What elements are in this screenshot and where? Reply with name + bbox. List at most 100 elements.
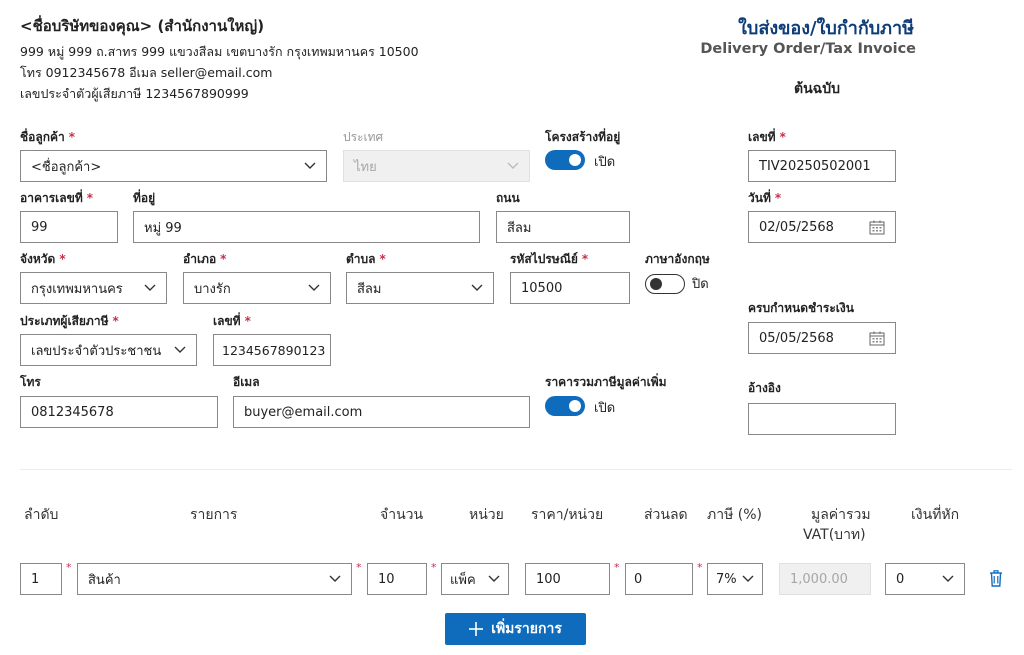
col-header-price: ราคา/หน่วย [531, 507, 604, 523]
doc-title-en: Delivery Order/Tax Invoice [700, 41, 916, 57]
address-structure-state: เปิด [594, 155, 616, 170]
english-language-toggle[interactable] [645, 274, 685, 294]
doc-number-label: เลขที่ * [748, 130, 786, 144]
row-item-select[interactable]: สินค้า [77, 563, 352, 595]
due-date-label: ครบกำหนดชำระเงิน [748, 301, 854, 315]
taxpayer-type-label: ประเภทผู้เสียภาษี * [20, 314, 119, 328]
calendar-icon[interactable] [869, 220, 885, 235]
subdistrict-label: ตำบล * [346, 252, 386, 266]
col-header-vat-total-1: มูลค่ารวม [811, 507, 871, 523]
taxpayer-type-select[interactable]: เลขประจำตัวประชาชน [20, 334, 197, 366]
customer-label: ชื่อลูกค้า * [20, 130, 76, 144]
date-input[interactable]: 02/05/2568 [748, 211, 896, 243]
vat-inclusive-toggle[interactable] [545, 396, 585, 416]
plus-icon [469, 622, 484, 636]
address-structure-toggle[interactable] [545, 150, 585, 170]
vat-inclusive-label: ราคารวมภาษีมูลค่าเพิ่ม [545, 375, 667, 389]
row-withholding-select[interactable]: 0 [885, 563, 965, 595]
row-price-input[interactable]: 100 [525, 563, 610, 595]
email-label: อีเมล [233, 375, 260, 389]
postal-code-label: รหัสไปรษณีย์ * [510, 252, 589, 266]
add-item-button[interactable]: เพิ่มรายการ [445, 613, 586, 645]
doc-copy-label: ต้นฉบับ [794, 81, 840, 97]
required-mark: * [697, 561, 703, 574]
taxpayer-type-value: เลขประจำตัวประชาชน [31, 343, 162, 359]
add-item-label: เพิ่มรายการ [491, 621, 562, 637]
road-input[interactable]: สีลม [496, 211, 630, 243]
district-value: บางรัก [194, 281, 231, 297]
col-header-qty: จำนวน [380, 507, 424, 523]
country-select: ไทย [343, 150, 530, 182]
subdistrict-value: สีลม [357, 281, 382, 297]
building-label: อาคารเลขที่ * [20, 191, 94, 205]
customer-value: <ชื่อลูกค้า> [31, 159, 102, 175]
province-select[interactable]: กรุงเทพมหานคร [20, 272, 167, 304]
required-mark: * [356, 561, 362, 574]
seller-contact: โทร 0912345678 อีเมล seller@email.com [20, 65, 273, 80]
phone-input[interactable]: 0812345678 [20, 396, 218, 428]
seller-name: <ชื่อบริษัทของคุณ> (สำนักงานใหญ่) [20, 17, 265, 35]
chevron-down-icon [304, 162, 316, 169]
date-label: วันที่ * [748, 191, 782, 205]
col-header-vat-total-2: VAT(บาท) [803, 527, 866, 543]
reference-label: อ้างอิง [748, 381, 781, 395]
chevron-down-icon [174, 346, 186, 353]
postal-code-input[interactable]: 10500 [510, 272, 630, 304]
col-header-no: ลำดับ [24, 507, 59, 523]
seller-tax-id: เลขประจำตัวผู้เสียภาษี 1234567890999 [20, 86, 249, 101]
col-header-withholding: เงินที่หัก [911, 507, 960, 523]
chevron-down-icon [488, 575, 500, 582]
date-value: 02/05/2568 [759, 219, 834, 235]
phone-label: โทร [20, 375, 41, 389]
row-no-input[interactable]: 1 [20, 563, 62, 595]
chevron-down-icon [942, 575, 954, 582]
reference-input[interactable] [748, 403, 896, 435]
tax-id-input[interactable]: 1234567890123 [213, 334, 331, 366]
col-header-unit: หน่วย [469, 507, 504, 523]
building-input[interactable]: 99 [20, 211, 118, 243]
due-date-input[interactable]: 05/05/2568 [748, 322, 896, 354]
country-label: ประเทศ [343, 130, 384, 144]
vat-inclusive-state: เปิด [594, 401, 616, 416]
row-vat-total-field: 1,000.00 [779, 563, 871, 595]
doc-number-input[interactable]: TIV20250502001 [748, 150, 896, 182]
calendar-icon[interactable] [869, 331, 885, 346]
province-value: กรุงเทพมหานคร [31, 281, 123, 297]
row-unit-value: แพ็ค [450, 572, 476, 588]
required-mark: * [431, 561, 437, 574]
district-label: อำเภอ * [183, 252, 227, 266]
district-select[interactable]: บางรัก [183, 272, 331, 304]
col-header-tax: ภาษี (%) [707, 507, 762, 523]
row-item-value: สินค้า [88, 572, 121, 588]
row-tax-select[interactable]: 7% [707, 563, 763, 595]
subdistrict-select[interactable]: สีลม [346, 272, 494, 304]
country-value: ไทย [354, 159, 377, 175]
english-language-state: ปิด [692, 277, 709, 292]
row-withholding-value: 0 [896, 571, 905, 587]
col-header-item: รายการ [190, 507, 238, 523]
seller-address: 999 หมู่ 999 ถ.สาทร 999 แขวงสีลม เขตบางร… [20, 44, 419, 59]
row-discount-input[interactable]: 0 [625, 563, 693, 595]
tax-id-label: เลขที่ * [213, 314, 251, 328]
trash-icon[interactable] [989, 570, 1003, 587]
row-unit-select[interactable]: แพ็ค [441, 563, 509, 595]
required-mark: * [66, 561, 72, 574]
row-qty-input[interactable]: 10 [367, 563, 427, 595]
province-label: จังหวัด * [20, 252, 66, 266]
customer-select[interactable]: <ชื่อลูกค้า> [20, 150, 327, 182]
section-divider [20, 469, 1012, 470]
email-input[interactable]: buyer@email.com [233, 396, 530, 428]
due-date-value: 05/05/2568 [759, 330, 834, 346]
row-tax-value: 7% [716, 571, 737, 587]
address-input[interactable]: หมู่ 99 [133, 211, 480, 243]
chevron-down-icon [507, 162, 519, 169]
doc-title-th: ใบส่งของ/ใบกำกับภาษี [738, 18, 914, 39]
road-label: ถนน [496, 191, 520, 205]
col-header-discount: ส่วนลด [644, 507, 688, 523]
chevron-down-icon [308, 284, 320, 291]
address-label: ที่อยู่ [133, 191, 156, 205]
address-structure-label: โครงสร้างที่อยู่ [545, 130, 621, 144]
chevron-down-icon [471, 284, 483, 291]
chevron-down-icon [329, 575, 341, 582]
required-mark: * [614, 561, 620, 574]
